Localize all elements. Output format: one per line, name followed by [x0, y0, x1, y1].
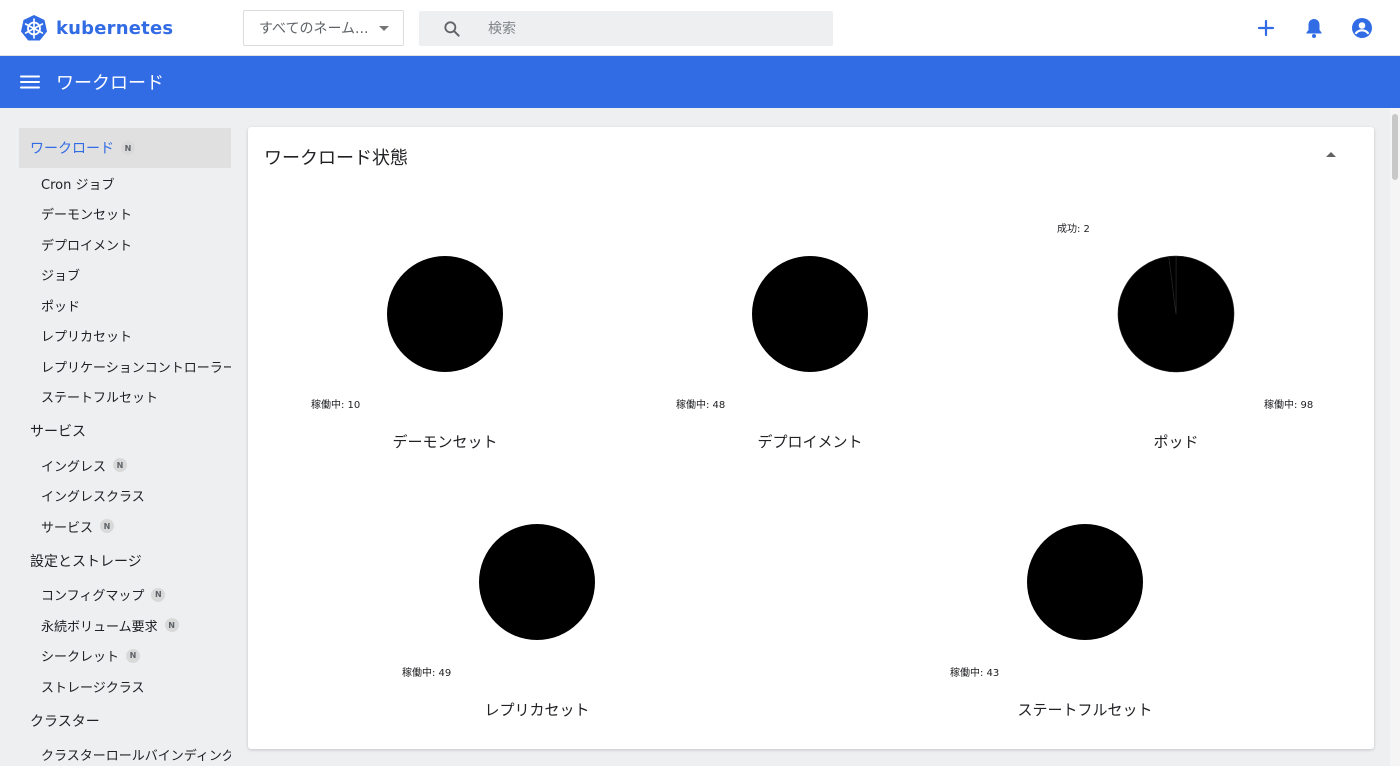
- caret-up-icon[interactable]: [1326, 152, 1336, 157]
- namespace-select[interactable]: すべてのネーム...: [243, 10, 404, 46]
- bell-icon[interactable]: [1302, 16, 1326, 40]
- new-badge: N: [113, 458, 128, 473]
- sidebar-item-pvcs[interactable]: 永続ボリューム要求 N: [19, 610, 231, 641]
- page-title: ワークロード: [56, 73, 164, 94]
- kubernetes-logo[interactable]: kubernetes: [20, 14, 173, 42]
- workload-status-card: ワークロード状態 稼働中: 10 デーモンセット 稼働中: 48 デプロイメント…: [248, 127, 1374, 749]
- sidebar-item-label: ストレージクラス: [41, 680, 145, 696]
- hamburger-menu-icon[interactable]: [18, 70, 42, 94]
- pie-slice-0: [479, 524, 595, 640]
- pie-label-running: 稼働中: 98: [1264, 400, 1314, 411]
- pie-chart-daemonsets: 稼働中: 10 デーモンセット: [300, 215, 580, 455]
- pie-chart-deployments: 稼働中: 48 デプロイメント: [665, 215, 945, 455]
- sidebar-item-label: デーモンセット: [41, 208, 133, 224]
- sidebar-item-jobs[interactable]: ジョブ: [19, 260, 231, 291]
- pie-label-succeeded: 成功: 2: [1057, 224, 1090, 235]
- sidebar-nav: ワークロード N Cron ジョブ デーモンセット デプロイメント ジョブ ポッ…: [19, 128, 231, 766]
- top-bar: kubernetes すべてのネーム...: [0, 0, 1400, 56]
- sidebar-item-label: デプロイメント: [41, 238, 133, 254]
- sidebar-item-label: クラスターロールバインディング: [41, 749, 231, 765]
- pie-label-running: 稼働中: 43: [950, 668, 1000, 679]
- sidebar-item-label: コンフィグマップ: [41, 589, 145, 605]
- sidebar-item-storageclasses[interactable]: ストレージクラス: [19, 671, 231, 702]
- pie-chart-statefulsets-svg: [1027, 524, 1143, 640]
- sidebar-item-label: サービス: [41, 520, 94, 536]
- sidebar-item-ingressclasses[interactable]: イングレスクラス: [19, 481, 231, 512]
- search-bar[interactable]: [419, 11, 833, 46]
- dropdown-caret-icon: [379, 25, 389, 31]
- sidebar-item-label: イングレス: [41, 459, 107, 475]
- account-circle-icon[interactable]: [1350, 16, 1374, 40]
- sidebar-item-service[interactable]: サービス N: [19, 511, 231, 542]
- sidebar-item-services[interactable]: サービス: [19, 412, 231, 450]
- search-input[interactable]: [488, 20, 788, 37]
- pie-chart-replicasets: 稼働中: 49 レプリカセット: [392, 483, 672, 723]
- chart-title: デーモンセット: [392, 433, 498, 451]
- sidebar-item-replicationcontrollers[interactable]: レプリケーションコントローラー: [19, 351, 231, 382]
- sidebar-item-configmaps[interactable]: コンフィグマップ N: [19, 580, 231, 611]
- plus-icon[interactable]: [1254, 16, 1278, 40]
- sidebar-item-label: Cron ジョブ: [41, 177, 115, 193]
- pie-chart-deployments-svg: [752, 256, 868, 372]
- sidebar-item-label: ステートフルセット: [41, 391, 159, 407]
- sidebar-item-label: 永続ボリューム要求: [41, 619, 158, 635]
- brand-name: kubernetes: [56, 17, 174, 39]
- pie-chart-statefulsets: 稼働中: 43 ステートフルセット: [940, 483, 1220, 723]
- pie-chart-pods-svg: [1117, 255, 1235, 373]
- sidebar-item-statefulsets[interactable]: ステートフルセット: [19, 382, 231, 413]
- sidebar-item-label: ポッド: [41, 299, 81, 315]
- sidebar-item-ingresses[interactable]: イングレス N: [19, 450, 231, 481]
- new-badge: N: [121, 141, 135, 155]
- chart-title: ポッド: [1153, 433, 1199, 451]
- pie-slice-0: [752, 256, 868, 372]
- chart-title: デプロイメント: [757, 433, 863, 451]
- chart-title: ステートフルセット: [1017, 701, 1153, 719]
- sidebar-item-workloads[interactable]: ワークロード N: [19, 128, 231, 168]
- pie-slice-0: [387, 256, 503, 372]
- sidebar-item-config-storage[interactable]: 設定とストレージ: [19, 542, 231, 580]
- search-icon: [444, 20, 460, 37]
- card-title: ワークロード状態: [264, 148, 408, 169]
- sidebar-item-label: レプリカセット: [41, 330, 133, 346]
- new-badge: N: [164, 618, 179, 633]
- scrollbar-thumb[interactable]: [1392, 114, 1398, 180]
- pie-label-running: 稼働中: 48: [676, 400, 726, 411]
- sidebar-item-deployments[interactable]: デプロイメント: [19, 229, 231, 260]
- pie-chart-daemonsets-svg: [387, 256, 503, 372]
- chart-title: レプリカセット: [484, 701, 590, 719]
- pie-chart-pods: 成功: 2 稼働中: 98 ポッド: [1031, 215, 1321, 455]
- sidebar-item-clusterrolebindings[interactable]: クラスターロールバインディング: [19, 740, 231, 766]
- new-badge: N: [100, 519, 115, 534]
- pie-label-running: 稼働中: 49: [402, 668, 452, 679]
- top-actions: [1254, 16, 1374, 40]
- sidebar-item-label: シークレット: [41, 650, 120, 666]
- sidebar-item-pods[interactable]: ポッド: [19, 290, 231, 321]
- new-badge: N: [126, 648, 141, 663]
- new-badge: N: [151, 587, 166, 602]
- namespace-select-value: すべてのネーム...: [259, 21, 369, 37]
- page-scrollbar[interactable]: [1390, 108, 1400, 766]
- sidebar-item-cluster[interactable]: クラスター: [19, 702, 231, 740]
- sidebar-item-label: 設定とストレージ: [30, 553, 142, 570]
- pie-chart-replicasets-svg: [479, 524, 595, 640]
- sidebar-item-label: ワークロード: [30, 141, 114, 157]
- sidebar-item-secrets[interactable]: シークレット N: [19, 641, 231, 672]
- sidebar-item-label: イングレスクラス: [41, 490, 145, 506]
- sidebar-item-daemonsets[interactable]: デーモンセット: [19, 199, 231, 230]
- pie-label-running: 稼働中: 10: [311, 400, 361, 411]
- sidebar-item-label: サービス: [30, 424, 86, 440]
- sidebar-item-label: ジョブ: [41, 269, 81, 285]
- sidebar-item-label: レプリケーションコントローラー: [41, 360, 231, 376]
- kubernetes-helm-icon: [21, 15, 47, 41]
- pie-slice-0: [1027, 524, 1143, 640]
- sidebar-item-label: クラスター: [30, 713, 100, 730]
- sidebar-item-cronjobs[interactable]: Cron ジョブ: [19, 168, 231, 199]
- sidebar-item-replicasets[interactable]: レプリカセット: [19, 321, 231, 352]
- app-bar: ワークロード: [0, 56, 1400, 108]
